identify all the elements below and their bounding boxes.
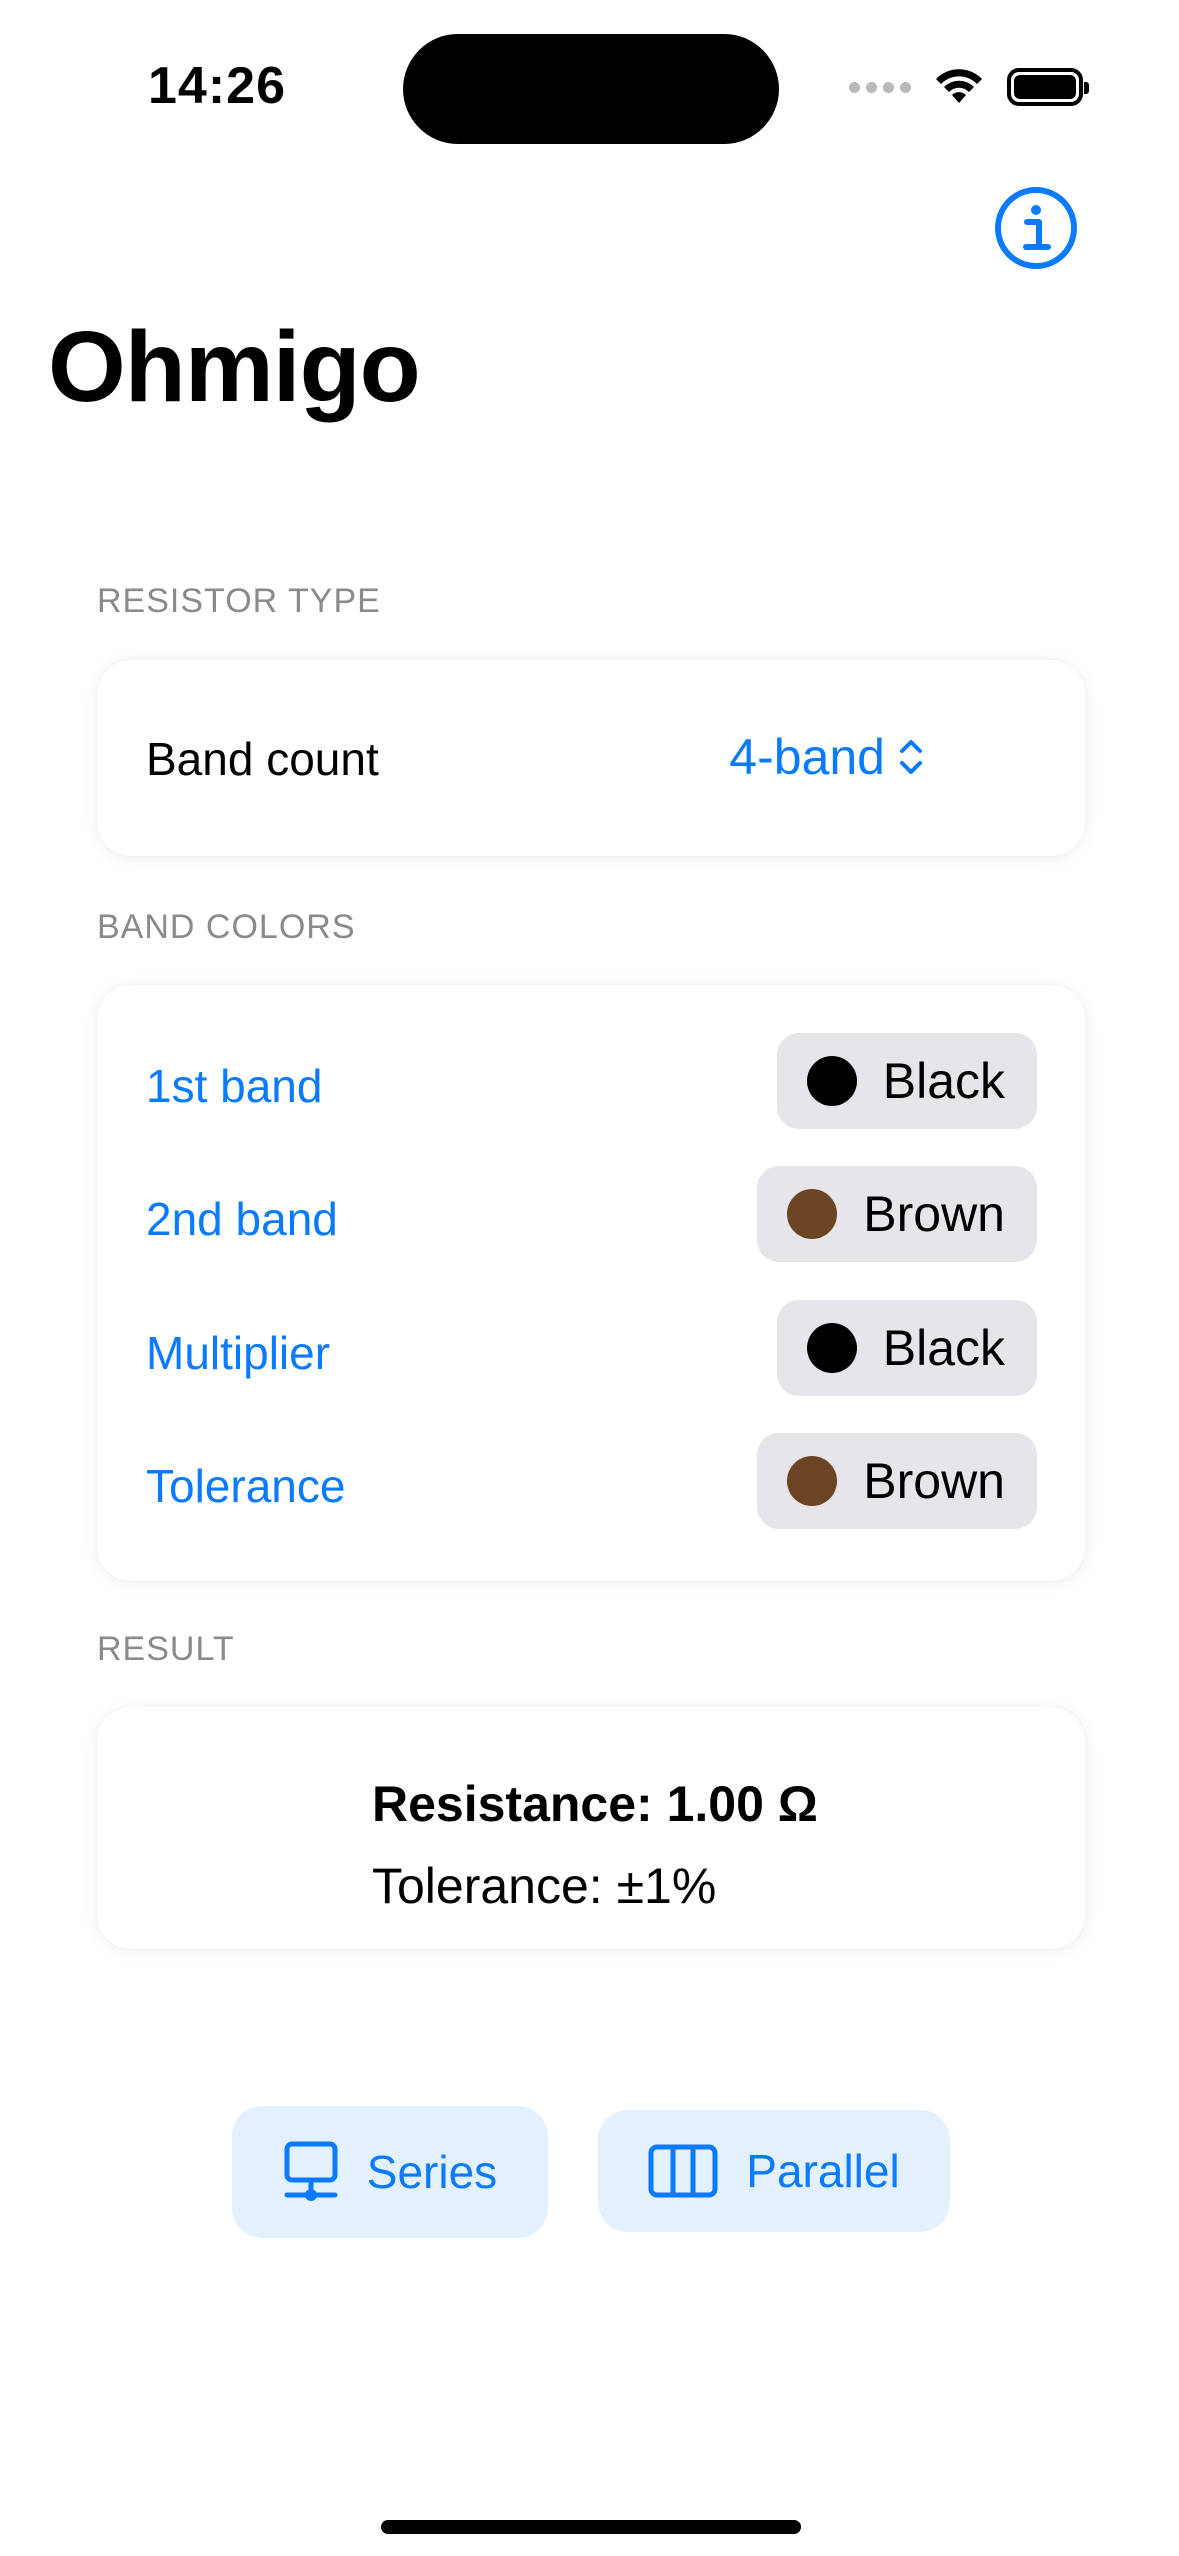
band-2-color-name: Brown	[863, 1186, 1005, 1242]
section-header-resistor-type: RESISTOR TYPE	[97, 582, 381, 620]
tolerance-swatch	[787, 1456, 838, 1506]
band-count-picker[interactable]: 4-band	[729, 728, 925, 786]
band-1-color-picker[interactable]: Black	[776, 1033, 1037, 1129]
page-title: Ohmigo	[48, 311, 421, 423]
section-header-band-colors: BAND COLORS	[97, 908, 356, 946]
multiplier-swatch	[806, 1323, 857, 1373]
band-1-color-name: Black	[882, 1053, 1005, 1109]
desktop-computer-icon	[284, 2141, 338, 2201]
dynamic-island	[403, 34, 779, 144]
chevron-up-down-icon	[900, 740, 922, 774]
tolerance-label[interactable]: Tolerance	[146, 1459, 345, 1513]
band-2-label[interactable]: 2nd band	[146, 1192, 338, 1246]
screen: 14:26 Ohmigo RESISTOR TYPE Band count 4-…	[0, 0, 1179, 2556]
band-1-label[interactable]: 1st band	[146, 1059, 322, 1113]
band-2-swatch	[787, 1189, 838, 1239]
band-colors-card: 1st band Black 2nd band Brown Multiplier…	[97, 985, 1085, 1581]
cellular-signal-icon	[849, 81, 911, 93]
status-time: 14:26	[148, 57, 286, 115]
parallel-label: Parallel	[746, 2145, 900, 2197]
series-label: Series	[366, 2146, 498, 2198]
info-icon[interactable]	[993, 185, 1079, 271]
series-button[interactable]: Series	[232, 2106, 548, 2238]
wifi-icon	[936, 69, 982, 103]
battery-icon	[1007, 68, 1089, 106]
multiplier-color-picker[interactable]: Black	[776, 1300, 1037, 1396]
multiplier-label[interactable]: Multiplier	[146, 1326, 330, 1380]
tolerance-color-picker[interactable]: Brown	[757, 1433, 1037, 1529]
resistor-type-card: Band count 4-band	[97, 660, 1085, 856]
status-icons	[849, 62, 1089, 112]
band-count-value: 4-band	[729, 729, 885, 785]
band-2-color-picker[interactable]: Brown	[757, 1166, 1037, 1262]
multiplier-color-name: Black	[882, 1320, 1005, 1376]
columns-icon	[648, 2144, 718, 2198]
result-card: Resistance: 1.00 Ω Tolerance: ±1%	[97, 1707, 1085, 1949]
section-header-result: RESULT	[97, 1630, 235, 1668]
tolerance-color-name: Brown	[863, 1453, 1005, 1509]
resistance-value: Resistance: 1.00 Ω	[372, 1776, 818, 1832]
home-indicator[interactable]	[381, 2520, 801, 2534]
band-count-label: Band count	[146, 733, 379, 785]
parallel-button[interactable]: Parallel	[598, 2110, 950, 2232]
band-1-swatch	[806, 1056, 857, 1106]
tolerance-value: Tolerance: ±1%	[372, 1858, 717, 1914]
